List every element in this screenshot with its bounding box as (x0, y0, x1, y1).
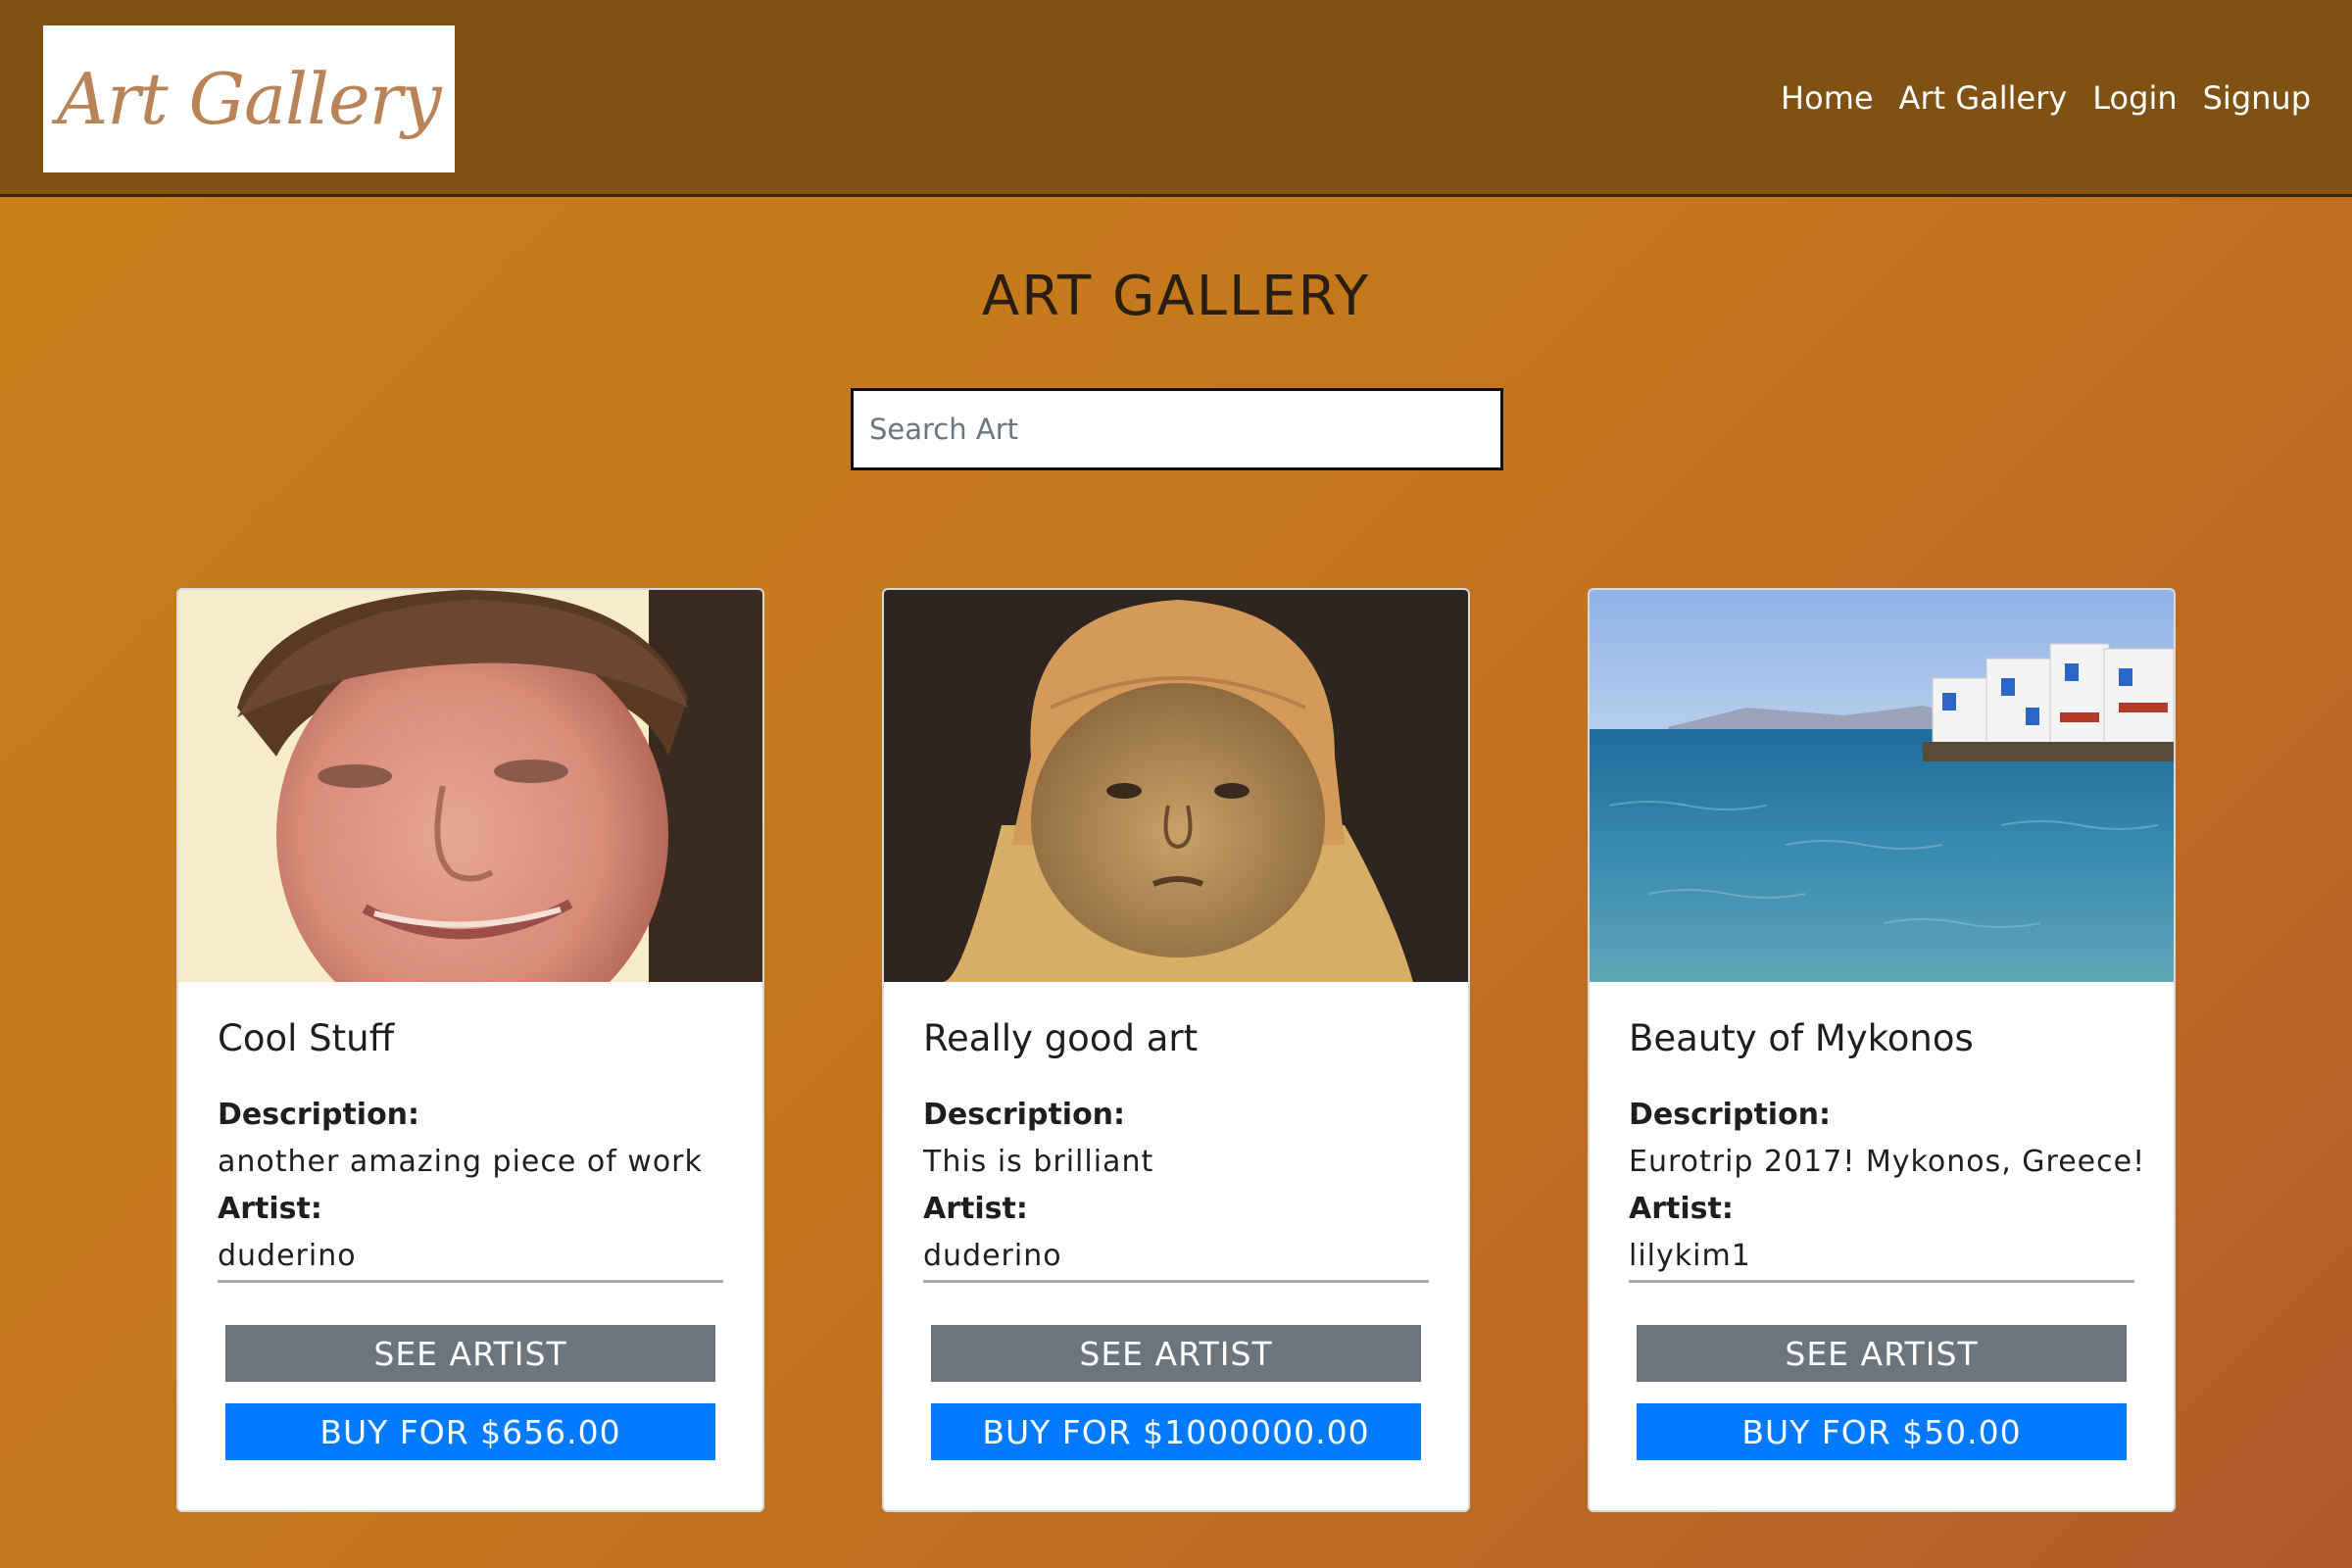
nav-links: Home Art Gallery Login Signup (1781, 76, 2311, 120)
divider (218, 1280, 723, 1283)
buy-button[interactable]: BUY FOR $656.00 (225, 1403, 715, 1460)
artist-name: lilykim1 (1629, 1239, 1751, 1273)
description-label: Description: (1629, 1098, 1832, 1132)
search-input[interactable] (851, 388, 1503, 470)
description-label: Description: (218, 1098, 420, 1132)
art-title: Really good art (923, 1017, 1199, 1059)
nav-link-home[interactable]: Home (1781, 76, 1874, 120)
logo-text: Art Gallery (57, 58, 441, 140)
artist-label: Artist: (1629, 1192, 1734, 1226)
art-card: Beauty of Mykonos Description: Eurotrip … (1588, 588, 2176, 1512)
navbar: Art Gallery Home Art Gallery Login Signu… (0, 0, 2352, 197)
buy-button[interactable]: BUY FOR $50.00 (1637, 1403, 2127, 1460)
see-artist-button[interactable]: SEE ARTIST (225, 1325, 715, 1382)
art-image-seaside[interactable] (1590, 590, 2174, 982)
see-artist-button[interactable]: SEE ARTIST (1637, 1325, 2127, 1382)
art-image-portrait[interactable] (178, 590, 762, 982)
art-title: Beauty of Mykonos (1629, 1017, 1974, 1059)
nav-link-login[interactable]: Login (2092, 76, 2177, 120)
description-text: Eurotrip 2017! Mykonos, Greece! (1629, 1145, 2146, 1179)
divider (1629, 1280, 2134, 1283)
nav-link-art-gallery[interactable]: Art Gallery (1899, 76, 2068, 120)
nav-link-signup[interactable]: Signup (2203, 76, 2311, 120)
divider (923, 1280, 1429, 1283)
description-text: This is brilliant (923, 1145, 1154, 1179)
art-title: Cool Stuff (218, 1017, 395, 1059)
artist-label: Artist: (923, 1192, 1028, 1226)
artist-name: duderino (923, 1239, 1062, 1273)
logo[interactable]: Art Gallery (43, 25, 455, 172)
art-image-painting[interactable] (884, 590, 1468, 982)
artist-name: duderino (218, 1239, 357, 1273)
art-card: Really good art Description: This is bri… (882, 588, 1470, 1512)
art-card: Cool Stuff Description: another amazing … (176, 588, 764, 1512)
description-label: Description: (923, 1098, 1126, 1132)
description-text: another amazing piece of work (218, 1145, 703, 1179)
artist-label: Artist: (218, 1192, 322, 1226)
see-artist-button[interactable]: SEE ARTIST (931, 1325, 1421, 1382)
buy-button[interactable]: BUY FOR $1000000.00 (931, 1403, 1421, 1460)
page-title: ART GALLERY (981, 265, 1371, 328)
